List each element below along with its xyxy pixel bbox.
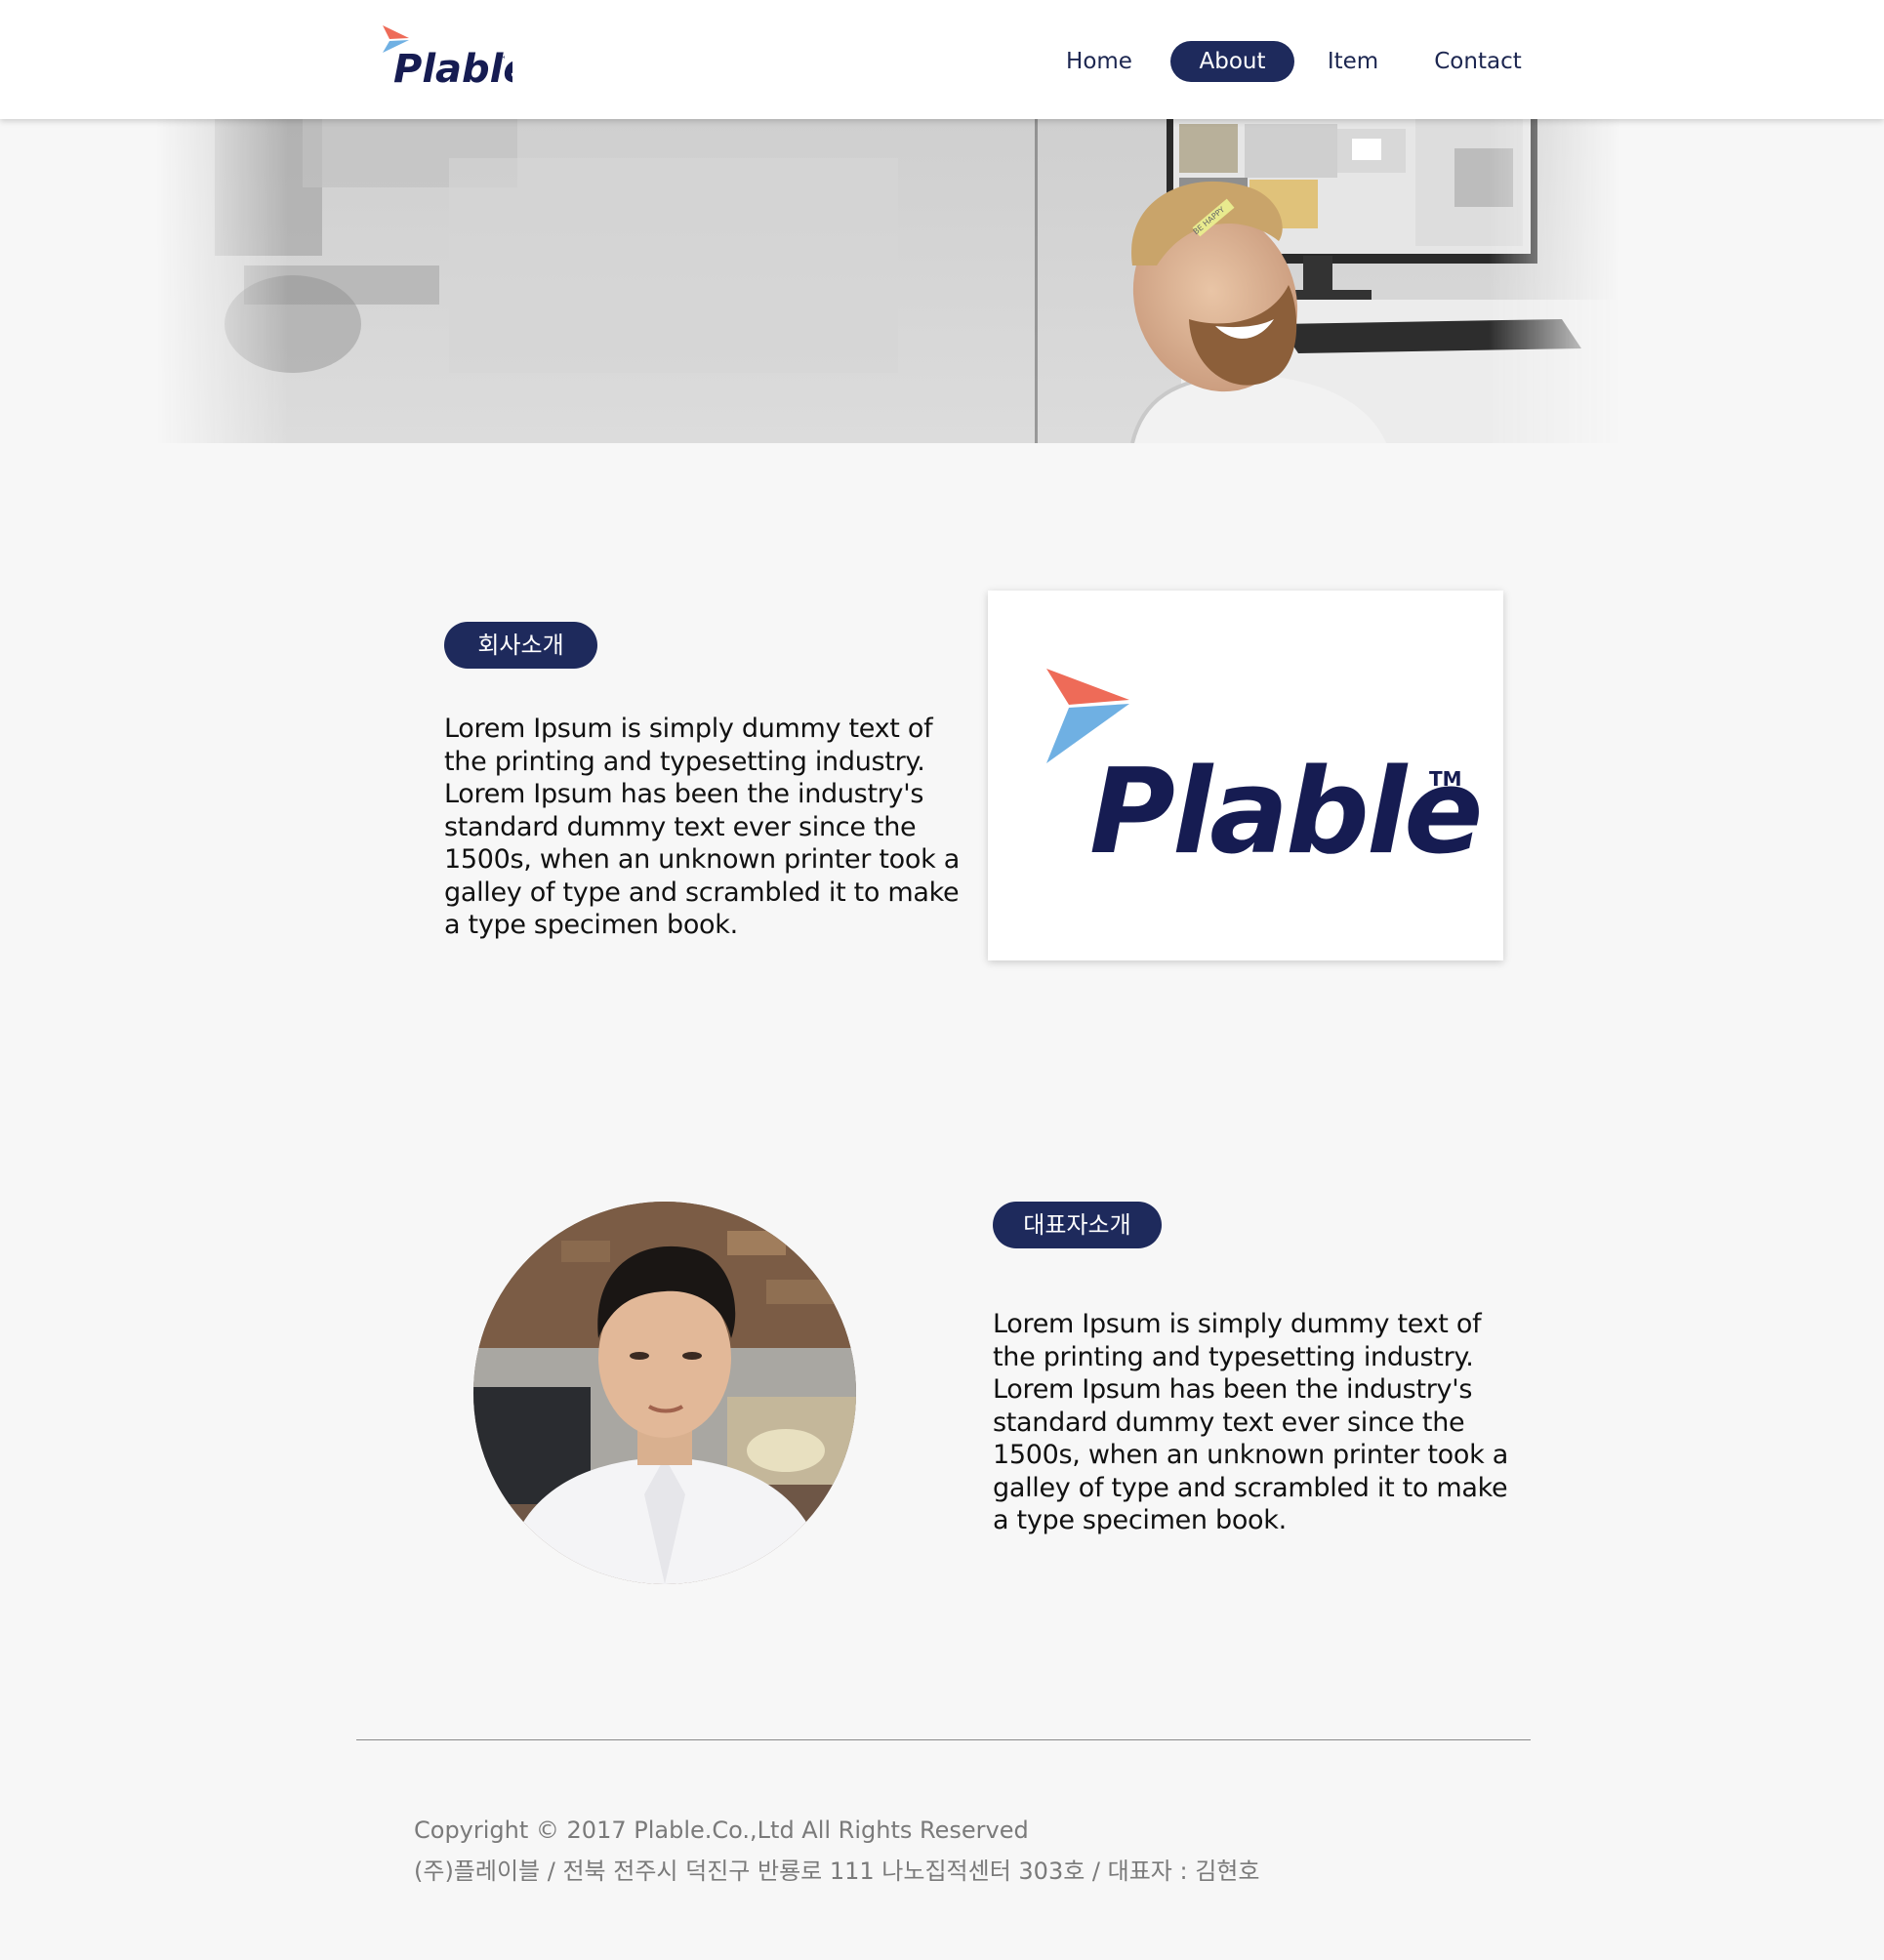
nav-item[interactable]: Item [1320,41,1386,82]
logo-coral-arrow-icon [1046,669,1129,705]
company-intro-text: Lorem Ipsum is simply dummy text of the … [444,714,960,940]
footer-copyright: Copyright © 2017 Plable.Co.,Ltd All Righ… [414,1817,1029,1844]
company-intro-badge: 회사소개 [444,622,597,669]
ceo-intro-text: Lorem Ipsum is simply dummy text of the … [993,1309,1508,1535]
company-logo-card: Plable TM [988,591,1503,960]
footer-divider [356,1739,1531,1740]
nav-contact[interactable]: Contact [1425,41,1531,82]
nav-home[interactable]: Home [1054,41,1144,82]
hero-office-photo: BE HAPPY [156,119,1620,443]
ceo-intro-badge: 대표자소개 [993,1202,1162,1248]
logo-tm: TM [1429,767,1462,791]
plable-logo-large: Plable TM [1046,669,1483,880]
hero-banner: BE HAPPY [156,119,1620,443]
logo-wordmark: Plable [1089,745,1480,880]
ceo-photo [473,1202,856,1584]
logo-coral-arrow-icon [383,25,409,39]
site-header: Plable ™ Home About Item Contact [0,0,1884,119]
main-nav: Home About Item Contact [0,41,1884,84]
nav-about[interactable]: About [1170,41,1294,82]
ceo-portrait [473,1202,856,1584]
footer-address: (주)플레이블 / 전북 전주시 덕진구 반룡로 111 나노집적센터 303호… [414,1858,1260,1885]
